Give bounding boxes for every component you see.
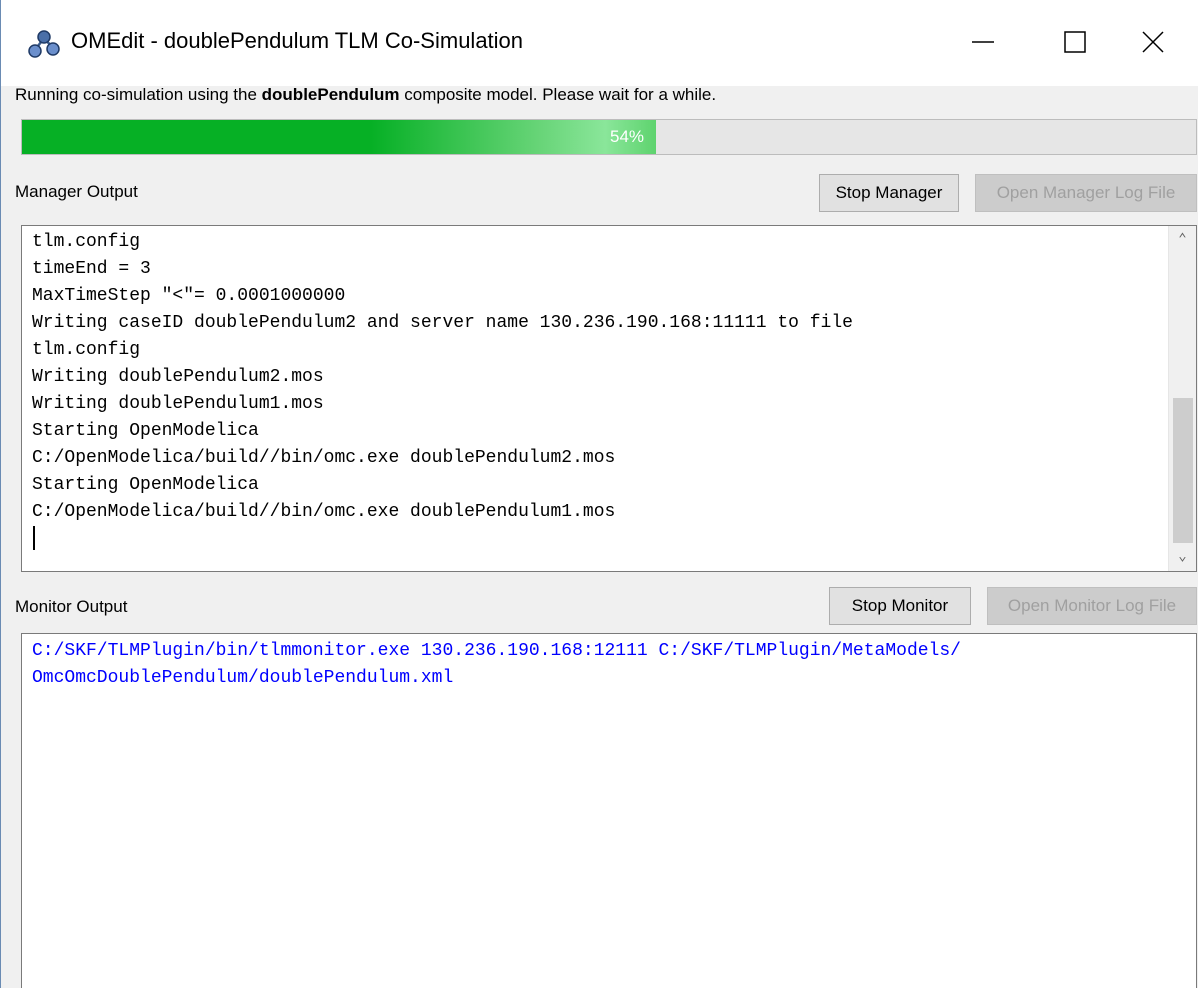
maximize-icon [1064, 31, 1086, 53]
status-message: Running co-simulation using the doublePe… [15, 80, 716, 110]
stop-manager-button[interactable]: Stop Manager [819, 174, 959, 212]
progress-fill [22, 120, 656, 154]
status-prefix: Running co-simulation using the [15, 85, 262, 104]
manager-line: C:/OpenModelica/build//bin/omc.exe doubl… [32, 502, 616, 522]
manager-line: Writing doublePendulum2.mos [32, 367, 324, 387]
progress-percent-label: 54% [610, 127, 645, 146]
scroll-up-arrow-icon[interactable]: ⌃ [1169, 226, 1196, 254]
scrollbar-thumb[interactable] [1173, 398, 1193, 543]
open-manager-log-file-button[interactable]: Open Manager Log File [975, 174, 1197, 212]
close-button[interactable] [1107, 0, 1198, 86]
manager-line: Starting OpenModelica [32, 421, 259, 441]
manager-line: Writing doublePendulum1.mos [32, 394, 324, 414]
manager-line: tlm.config [32, 340, 141, 360]
monitor-output-lines: C:/SKF/TLMPlugin/bin/tlmmonitor.exe 130.… [32, 638, 1166, 692]
window-title: OMEdit - doublePendulum TLM Co-Simulatio… [71, 28, 524, 53]
manager-line: tlm.config [32, 232, 141, 252]
manager-output-lines: tlm.config timeEnd = 3 MaxTimeStep "<"= 0.… [32, 229, 1166, 553]
monitor-line: C:/SKF/TLMPlugin/bin/tlmmonitor.exe 130.… [32, 641, 961, 661]
manager-line: Writing caseID doublePendulum2 and serve… [32, 313, 853, 333]
manager-output-textarea[interactable]: tlm.config timeEnd = 3 MaxTimeStep "<"= 0.… [21, 225, 1197, 572]
minimize-icon [972, 41, 994, 43]
manager-line: Starting OpenModelica [32, 475, 259, 495]
title-bar[interactable]: OMEdit - doublePendulum TLM Co-Simulatio… [1, 0, 1198, 86]
status-model-name: doublePendulum [261, 85, 400, 104]
minimize-button[interactable] [937, 0, 1029, 86]
manager-output-label: Manager Output [15, 182, 138, 201]
cosimulation-window: OMEdit - doublePendulum TLM Co-Simulatio… [0, 0, 1198, 988]
monitor-output-textarea[interactable]: C:/SKF/TLMPlugin/bin/tlmmonitor.exe 130.… [21, 633, 1197, 988]
manager-line: MaxTimeStep "<"= 0.0001000000 [32, 286, 346, 306]
text-caret-line [32, 526, 1166, 553]
monitor-output-label: Monitor Output [15, 597, 128, 616]
text-caret [33, 526, 35, 551]
open-monitor-log-file-button[interactable]: Open Monitor Log File [987, 587, 1197, 625]
progress-bar: 54% [21, 119, 1197, 155]
omedit-app-icon [27, 26, 61, 60]
scroll-down-arrow-icon[interactable]: ⌄ [1169, 543, 1196, 571]
manager-line: C:/OpenModelica/build//bin/omc.exe doubl… [32, 448, 616, 468]
monitor-line: OmcOmcDoublePendulum/doublePendulum.xml [32, 668, 454, 688]
manager-output-scrollbar[interactable]: ⌃ ⌄ [1168, 226, 1196, 571]
manager-line: timeEnd = 3 [32, 259, 151, 279]
stop-monitor-button[interactable]: Stop Monitor [829, 587, 971, 625]
close-icon [1142, 31, 1164, 53]
status-suffix: composite model. Please wait for a while… [399, 85, 717, 104]
